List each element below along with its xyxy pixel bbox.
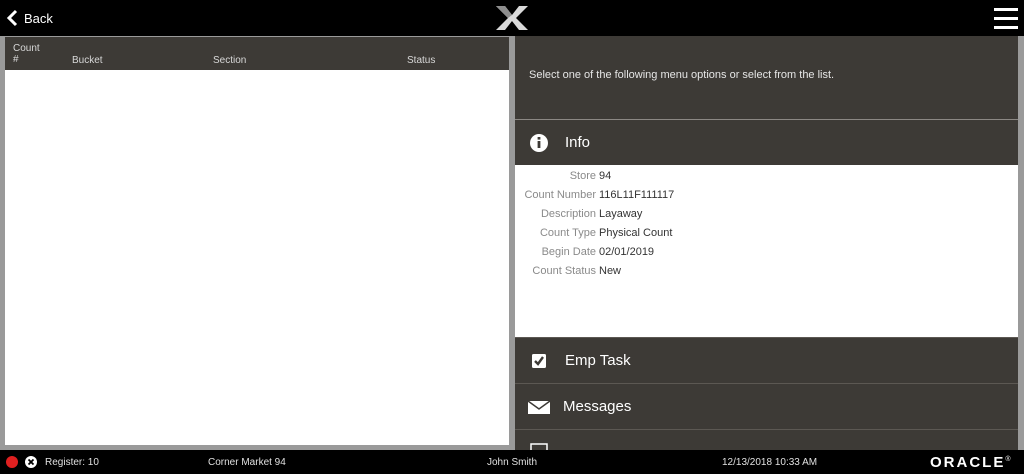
- info-value: Physical Count: [599, 227, 673, 239]
- back-button[interactable]: Back: [6, 8, 53, 28]
- info-row-description: Description Layaway: [515, 208, 1018, 227]
- xstore-logo-icon: [496, 6, 528, 30]
- close-circle-icon[interactable]: [25, 456, 37, 468]
- date-time: 12/13/2018 10:33 AM: [722, 457, 818, 468]
- status-bar: Register: 10 Corner Market 94 John Smith…: [0, 450, 1024, 474]
- column-bucket: Bucket: [72, 55, 103, 66]
- messages-label: Messages: [563, 398, 632, 415]
- options-panel: Select one of the following menu options…: [515, 36, 1018, 450]
- checkbox-icon: [532, 353, 546, 368]
- oracle-logo: ORACLE®: [930, 454, 1013, 471]
- info-value: Layaway: [599, 208, 643, 220]
- hamburger-menu-icon[interactable]: [994, 8, 1018, 29]
- info-icon: [530, 133, 548, 152]
- info-value: 02/01/2019: [599, 246, 655, 258]
- emp-task-label: Emp Task: [565, 352, 631, 369]
- info-key: Begin Date: [541, 246, 596, 258]
- info-value: 94: [599, 170, 612, 182]
- info-row-begin-date: Begin Date 02/01/2019: [515, 246, 1018, 265]
- envelope-icon: [527, 399, 551, 414]
- info-row-count-type: Count Type Physical Count: [515, 227, 1018, 246]
- info-row-count-status: Count Status New: [515, 265, 1018, 284]
- status-alert-icon[interactable]: [6, 456, 18, 468]
- column-status: Status: [407, 55, 436, 66]
- info-menu-item[interactable]: Info: [515, 119, 1018, 165]
- info-key: Count Status: [532, 265, 596, 277]
- prompt-text: Select one of the following menu options…: [529, 69, 835, 81]
- partial-menu-item[interactable]: [515, 429, 1018, 450]
- info-details: Store 94 Count Number 116L11F111117 Desc…: [515, 165, 1018, 337]
- user-name: John Smith: [487, 457, 538, 468]
- info-key: Count Type: [539, 227, 596, 239]
- column-section: Section: [213, 55, 247, 66]
- count-list-header: Count # Bucket Section Status: [5, 37, 509, 70]
- info-value: New: [599, 265, 622, 277]
- messages-menu-item[interactable]: Messages: [515, 383, 1018, 429]
- register-label: Register: 10: [45, 457, 99, 468]
- count-list-panel: Count # Bucket Section Status: [5, 37, 509, 445]
- info-key: Count Number: [524, 189, 596, 201]
- prompt-area: Select one of the following menu options…: [515, 36, 1018, 119]
- store-name: Corner Market 94: [208, 457, 286, 468]
- top-bar: Back: [0, 0, 1024, 36]
- chevron-left-icon: [6, 9, 18, 27]
- emp-task-menu-item[interactable]: Emp Task: [515, 337, 1018, 383]
- info-row-store: Store 94: [515, 170, 1018, 189]
- info-label: Info: [565, 134, 591, 151]
- info-key: Store: [569, 170, 596, 182]
- info-value: 116L11F111117: [599, 189, 675, 201]
- main-content: Count # Bucket Section Status Select one…: [0, 36, 1024, 450]
- back-label: Back: [24, 10, 53, 26]
- column-count-number: Count #: [13, 43, 40, 65]
- info-key: Description: [540, 208, 596, 220]
- info-row-count-number: Count Number 116L11F111117: [515, 189, 1018, 208]
- menu-item-icon: [530, 443, 548, 450]
